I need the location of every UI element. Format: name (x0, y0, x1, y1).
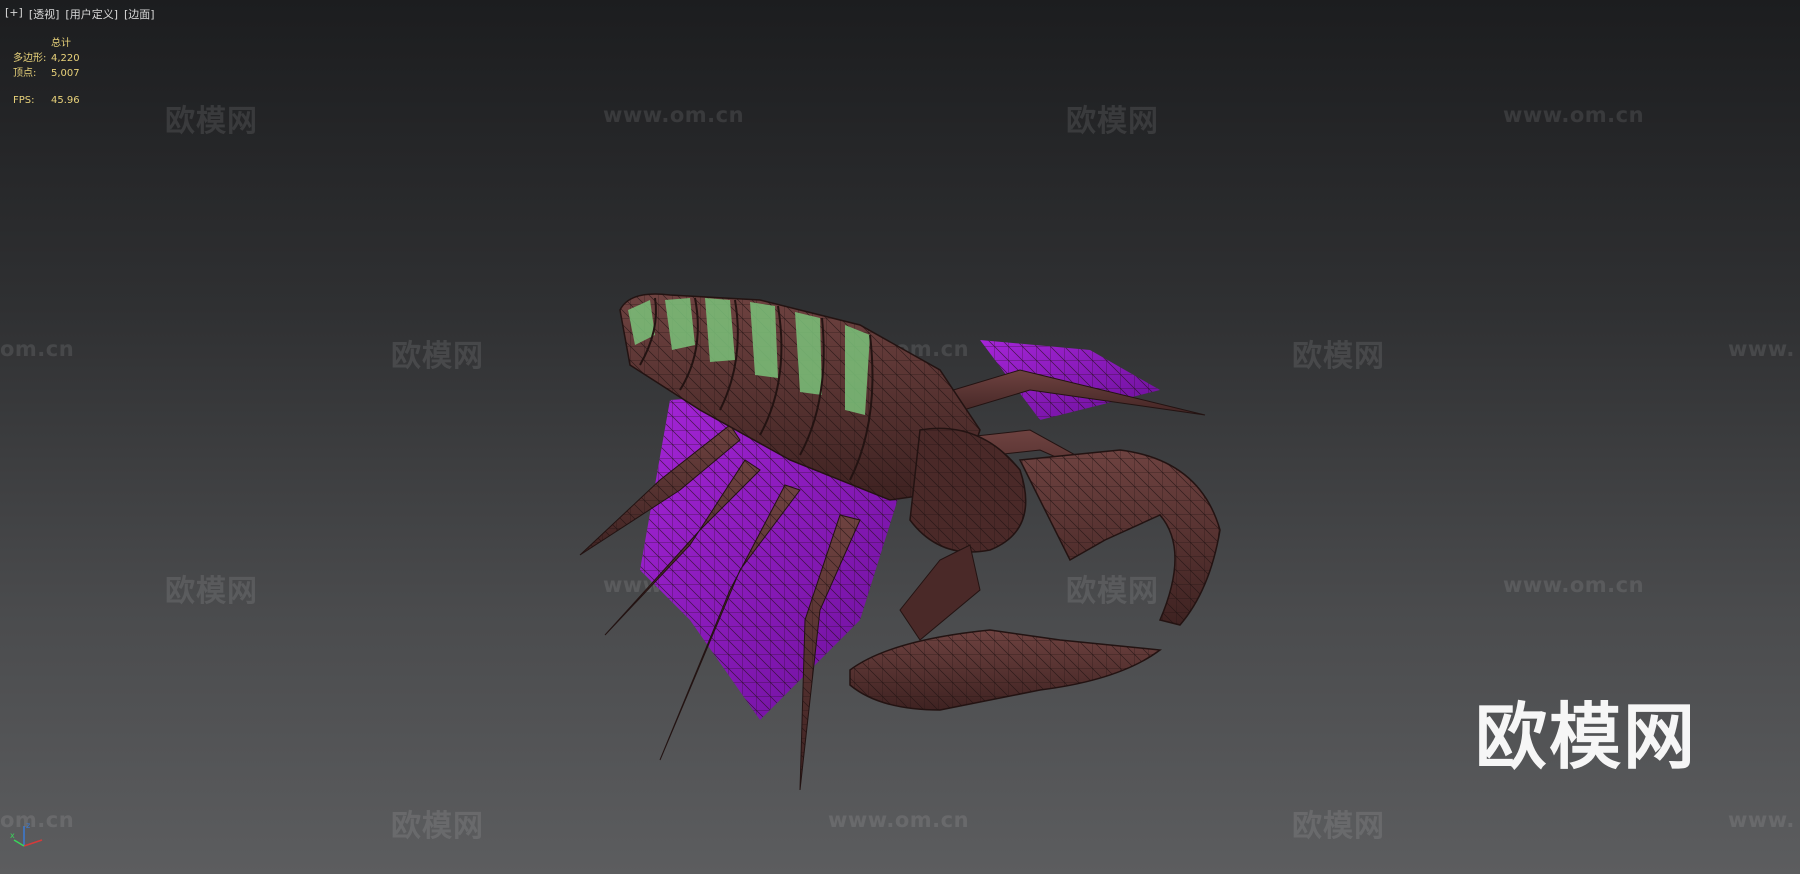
stats-total-header: 总计 (51, 38, 71, 49)
axis-z-label: z (26, 822, 30, 830)
viewport-custom-menu[interactable]: [用户定义] (65, 6, 118, 22)
viewport-plus-menu[interactable]: [+] (5, 6, 23, 22)
watermark-url: www.om.cn (1503, 573, 1645, 597)
viewport-edged-faces-menu[interactable]: [边面] (124, 6, 155, 22)
stats-polygons-label: 多边形: (13, 53, 47, 64)
watermark-url: www. (1728, 808, 1795, 832)
stats-fps-row: FPS: 45.96 (13, 93, 80, 108)
stats-fps-value: 45.96 (51, 95, 80, 106)
watermark-url: www.om.cn (828, 808, 970, 832)
watermark-logo-text: 欧模网 (165, 574, 258, 609)
watermark-url: www. (1728, 337, 1795, 361)
axis-gizmo-icon: x z (10, 822, 43, 847)
stats-polygons-value: 4,220 (51, 53, 80, 64)
watermark-url: www.om.cn (1503, 103, 1645, 127)
stats-vertices-label: 顶点: (13, 68, 37, 79)
viewport-label-menu: [+] [透视] [用户定义] [边面] (5, 6, 155, 22)
stats-vertices-value: 5,007 (51, 68, 80, 79)
watermark-logo-text: 欧模网 (391, 339, 484, 374)
watermark-url: www.om.cn (603, 103, 745, 127)
statistics-panel: 总计 多边形: 4,220 顶点: 5,007 FPS: 45.96 (13, 36, 80, 108)
viewport-perspective-menu[interactable]: [透视] (29, 6, 60, 22)
watermark-logo-text: 欧模网 (1066, 104, 1159, 139)
watermark-logo-text: 欧模网 (391, 809, 484, 844)
3d-viewport[interactable]: [+] [透视] [用户定义] [边面] 总计 多边形: 4,220 顶点: 5… (0, 0, 1800, 874)
stats-vertices-row: 顶点: 5,007 (13, 66, 80, 81)
watermark-url: om.cn (0, 337, 75, 361)
axis-x-label: x (10, 831, 15, 840)
watermark-logo-text: 欧模网 (165, 104, 258, 139)
stats-fps-label: FPS: (13, 95, 35, 106)
stats-polygons-row: 多边形: 4,220 (13, 51, 80, 66)
watermark-large-logo: 欧模网 (1475, 695, 1698, 779)
creature-3d-model[interactable] (560, 290, 1350, 810)
